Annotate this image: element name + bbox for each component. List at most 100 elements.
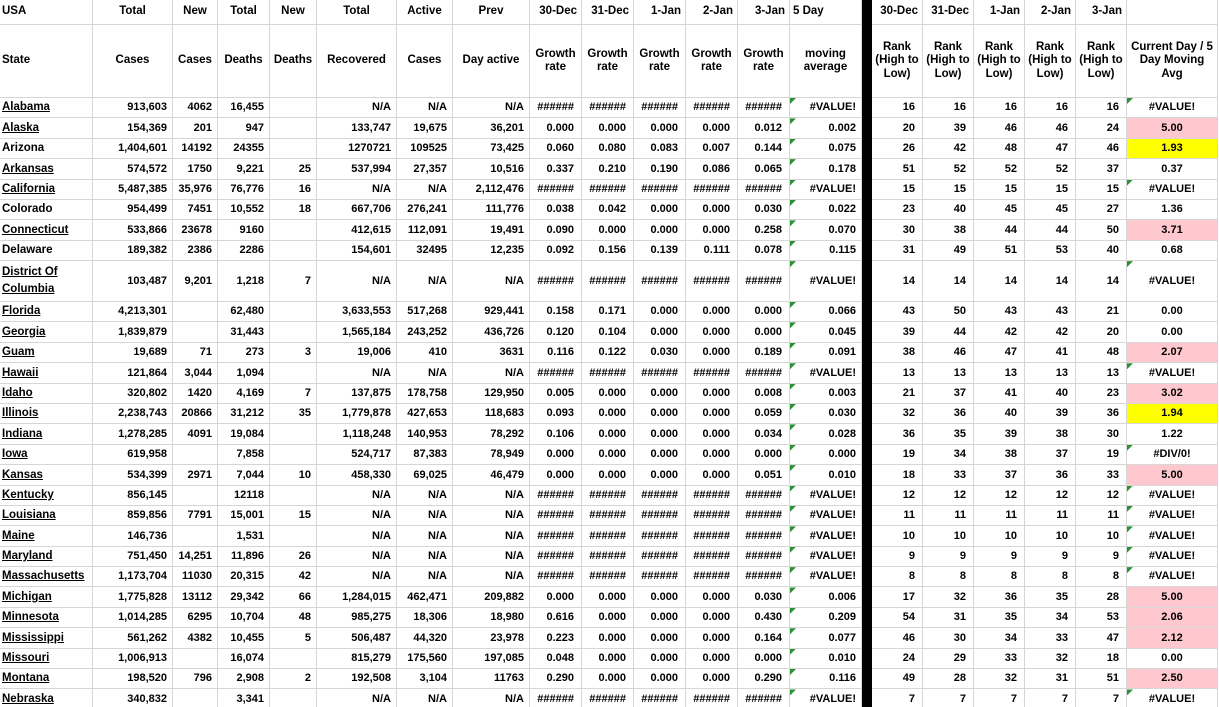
header-rank-date-1jan[interactable]: 1-Jan	[974, 0, 1025, 25]
active-cases-cell[interactable]: 175,560	[397, 648, 453, 670]
total-cases-cell[interactable]: 859,856	[93, 505, 173, 527]
rank-1jan-cell[interactable]: 34	[974, 628, 1025, 649]
prev-day-active-cell[interactable]: 929,441	[453, 302, 530, 323]
growth-1jan-cell[interactable]: 0.000	[634, 322, 686, 343]
growth-31dec-cell[interactable]: 0.000	[582, 403, 634, 425]
header-rank-date-30dec[interactable]: 30-Dec	[872, 0, 923, 25]
rank-30dec-cell[interactable]: 49	[872, 669, 923, 690]
rank-31dec-cell[interactable]: 39	[923, 118, 974, 139]
active-cases-cell[interactable]: 462,471	[397, 587, 453, 608]
growth-30dec-cell[interactable]: 0.106	[530, 424, 582, 445]
active-cases-cell[interactable]: 44,320	[397, 628, 453, 649]
prev-day-active-cell[interactable]: 209,882	[453, 587, 530, 608]
growth-2jan-cell[interactable]: ######	[686, 98, 738, 119]
total-cases-cell[interactable]: 189,382	[93, 240, 173, 262]
growth-2jan-cell[interactable]: 0.086	[686, 159, 738, 180]
growth-30dec-cell[interactable]: ######	[530, 261, 582, 303]
rank-2jan-cell[interactable]: 35	[1025, 587, 1076, 608]
rank-3jan-cell[interactable]: 16	[1076, 98, 1127, 119]
active-cases-cell[interactable]: 19,675	[397, 118, 453, 139]
growth-30dec-cell[interactable]: 0.000	[530, 465, 582, 486]
state-link[interactable]: California	[2, 181, 55, 198]
growth-2jan-cell[interactable]: ######	[686, 363, 738, 384]
rank-1jan-cell[interactable]: 38	[974, 444, 1025, 466]
total-deaths-cell[interactable]: 16,455	[218, 98, 270, 119]
current-day-ratio-cell[interactable]: 0.00	[1127, 322, 1218, 343]
state-link[interactable]: Connecticut	[2, 222, 68, 239]
rank-1jan-cell[interactable]: 41	[974, 383, 1025, 404]
growth-3jan-cell[interactable]: 0.144	[738, 138, 790, 160]
new-cases-cell[interactable]: 796	[173, 669, 218, 690]
new-cases-cell[interactable]: 1750	[173, 159, 218, 180]
active-cases-cell[interactable]: 140,953	[397, 424, 453, 445]
active-cases-cell[interactable]: 427,653	[397, 403, 453, 425]
growth-2jan-cell[interactable]: 0.000	[686, 628, 738, 649]
moving-average-cell[interactable]: #VALUE!	[790, 485, 862, 506]
state-name-cell[interactable]: Minnesota	[0, 607, 93, 629]
state-link[interactable]: Georgia	[2, 324, 45, 341]
header-5day[interactable]: 5 Day	[790, 0, 862, 25]
growth-31dec-cell[interactable]: ######	[582, 526, 634, 547]
growth-3jan-cell[interactable]: 0.258	[738, 220, 790, 241]
prev-day-active-cell[interactable]: N/A	[453, 567, 530, 588]
recovered-cell[interactable]: N/A	[317, 505, 397, 527]
new-cases-cell[interactable]: 3,044	[173, 363, 218, 384]
new-cases-cell[interactable]	[173, 648, 218, 670]
growth-3jan-cell[interactable]: ######	[738, 179, 790, 200]
total-deaths-cell[interactable]: 947	[218, 118, 270, 139]
rank-1jan-cell[interactable]: 51	[974, 240, 1025, 262]
prev-day-active-cell[interactable]: 12,235	[453, 240, 530, 262]
rank-1jan-cell[interactable]: 12	[974, 485, 1025, 506]
active-cases-cell[interactable]: N/A	[397, 546, 453, 568]
current-day-ratio-cell[interactable]: #VALUE!	[1127, 98, 1218, 119]
growth-30dec-cell[interactable]: 0.038	[530, 199, 582, 221]
growth-30dec-cell[interactable]: 0.000	[530, 118, 582, 139]
state-name-cell[interactable]: Montana	[0, 669, 93, 690]
growth-1jan-cell[interactable]: 0.000	[634, 118, 686, 139]
state-name-cell[interactable]: District Of Columbia	[0, 261, 93, 303]
header-total-3[interactable]: Total	[317, 0, 397, 25]
new-cases-cell[interactable]: 4382	[173, 628, 218, 649]
current-day-ratio-cell[interactable]: #VALUE!	[1127, 485, 1218, 506]
current-day-ratio-cell[interactable]: 2.50	[1127, 669, 1218, 690]
state-name-cell[interactable]: Alabama	[0, 98, 93, 119]
rank-31dec-cell[interactable]: 28	[923, 669, 974, 690]
rank-1jan-cell[interactable]: 48	[974, 138, 1025, 160]
total-cases-cell[interactable]: 619,958	[93, 444, 173, 466]
rank-30dec-cell[interactable]: 19	[872, 444, 923, 466]
rank-31dec-cell[interactable]: 49	[923, 240, 974, 262]
state-link[interactable]: Indiana	[2, 426, 42, 443]
growth-2jan-cell[interactable]: ######	[686, 179, 738, 200]
new-deaths-cell[interactable]	[270, 444, 317, 466]
total-cases-cell[interactable]: 198,520	[93, 669, 173, 690]
total-cases-cell[interactable]: 1,404,601	[93, 138, 173, 160]
growth-31dec-cell[interactable]: 0.156	[582, 240, 634, 262]
new-deaths-cell[interactable]	[270, 98, 317, 119]
recovered-cell[interactable]: 985,275	[317, 607, 397, 629]
recovered-cell[interactable]: 192,508	[317, 669, 397, 690]
growth-2jan-cell[interactable]: 0.000	[686, 199, 738, 221]
rank-2jan-cell[interactable]: 43	[1025, 302, 1076, 323]
rank-31dec-cell[interactable]: 30	[923, 628, 974, 649]
new-cases-cell[interactable]: 4062	[173, 98, 218, 119]
growth-30dec-cell[interactable]: ######	[530, 179, 582, 200]
current-day-ratio-cell[interactable]: #VALUE!	[1127, 261, 1218, 303]
rank-2jan-cell[interactable]: 32	[1025, 648, 1076, 670]
new-cases-cell[interactable]: 11030	[173, 567, 218, 588]
prev-day-active-cell[interactable]: N/A	[453, 689, 530, 707]
current-day-ratio-cell[interactable]: #VALUE!	[1127, 363, 1218, 384]
recovered-cell[interactable]: 1,565,184	[317, 322, 397, 343]
current-day-ratio-cell[interactable]: 5.00	[1127, 465, 1218, 486]
rank-1jan-cell[interactable]: 33	[974, 648, 1025, 670]
new-deaths-cell[interactable]	[270, 485, 317, 506]
total-cases-cell[interactable]: 146,736	[93, 526, 173, 547]
rank-1jan-cell[interactable]: 16	[974, 98, 1025, 119]
active-cases-cell[interactable]: 109525	[397, 138, 453, 160]
new-cases-cell[interactable]: 14,251	[173, 546, 218, 568]
growth-30dec-cell[interactable]: 0.120	[530, 322, 582, 343]
rank-3jan-cell[interactable]: 46	[1076, 138, 1127, 160]
rank-1jan-cell[interactable]: 43	[974, 302, 1025, 323]
growth-30dec-cell[interactable]: 0.048	[530, 648, 582, 670]
growth-3jan-cell[interactable]: 0.164	[738, 628, 790, 649]
total-deaths-cell[interactable]: 2,908	[218, 669, 270, 690]
